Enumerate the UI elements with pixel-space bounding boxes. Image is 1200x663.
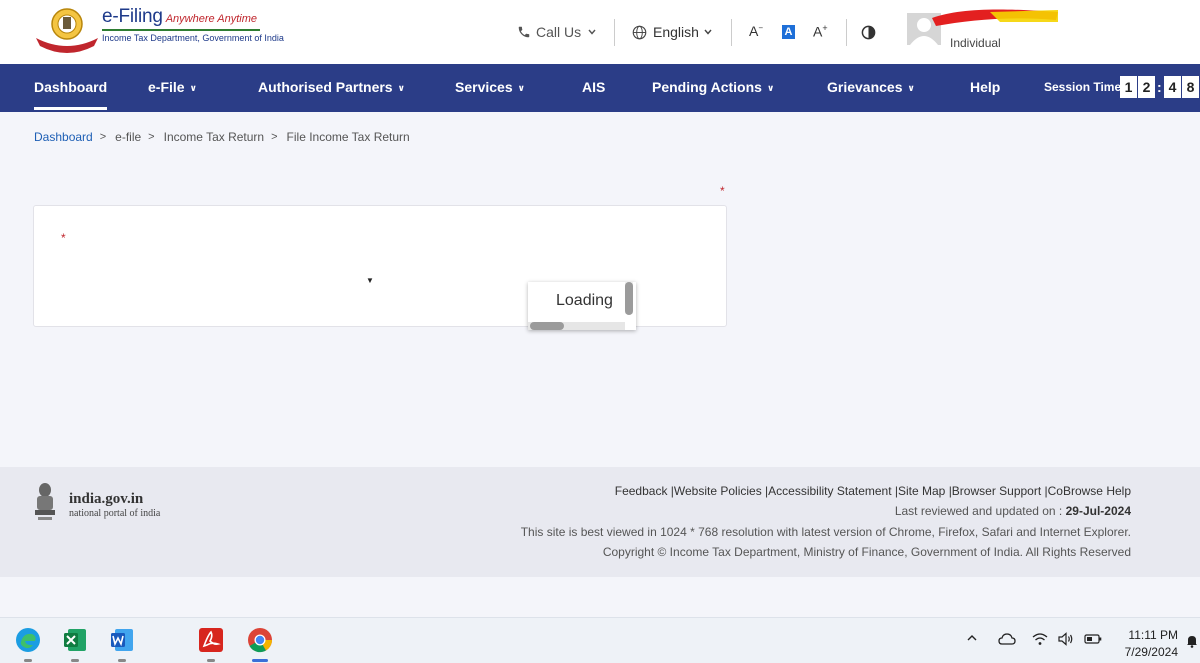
- battery-icon[interactable]: [1084, 632, 1102, 646]
- scrollbar-thumb[interactable]: [625, 282, 633, 315]
- breadcrumb: Dashboard > e-file > Income Tax Return >…: [34, 130, 410, 144]
- national-emblem-icon[interactable]: [32, 481, 58, 523]
- header-divider: [731, 19, 732, 46]
- horizontal-scrollbar[interactable]: [528, 322, 625, 330]
- income-tax-department-logo-icon[interactable]: [34, 4, 100, 54]
- taskbar-running-indicator: [207, 659, 215, 662]
- breadcrumb-dashboard[interactable]: Dashboard: [34, 130, 93, 144]
- footer-links[interactable]: Feedback |Website Policies |Accessibilit…: [615, 484, 1131, 498]
- language-dropdown[interactable]: English: [632, 0, 713, 64]
- india-gov-title[interactable]: india.gov.in: [69, 491, 143, 508]
- redacted-username-mark: [932, 9, 1058, 26]
- chevron-down-icon: [588, 29, 596, 35]
- loading-popup: Loading: [528, 282, 636, 330]
- nav-services[interactable]: Services ∨: [455, 64, 525, 112]
- nav-help[interactable]: Help: [970, 64, 1000, 112]
- nav-dashboard[interactable]: Dashboard: [34, 64, 108, 112]
- india-gov-subtitle: national portal of india: [69, 508, 161, 519]
- chevron-right-icon: >: [99, 131, 107, 143]
- taskbar-running-indicator: [24, 659, 32, 662]
- call-us-label: Call Us: [536, 24, 582, 40]
- breadcrumb-e-file[interactable]: e-file: [115, 130, 141, 144]
- taskbar-active-indicator: [252, 659, 268, 662]
- windows-taskbar: [0, 617, 1200, 663]
- chevron-right-icon: >: [271, 131, 278, 143]
- font-decrease-button[interactable]: A−: [749, 23, 763, 39]
- chevron-right-icon: >: [148, 131, 155, 143]
- system-clock[interactable]: 11:11 PM 7/29/2024: [1125, 627, 1178, 661]
- globe-icon: [632, 25, 647, 39]
- taskbar-running-indicator: [71, 659, 79, 662]
- nav-ais[interactable]: AIS: [582, 64, 605, 112]
- user-role-label: Individual: [950, 36, 1001, 50]
- nav-pending-actions[interactable]: Pending Actions ∨: [652, 64, 774, 112]
- notification-bell-icon[interactable]: [1186, 634, 1198, 648]
- brand-tagline: Anywhere Anytime: [165, 13, 258, 25]
- chevron-down-icon: ∨: [517, 83, 525, 93]
- header-divider: [614, 19, 615, 46]
- brand-block[interactable]: e-Filing Anywhere Anytime Income Tax Depa…: [102, 6, 284, 43]
- dropdown-caret-icon[interactable]: ▼: [366, 276, 374, 285]
- chevron-down-icon: ∨: [397, 83, 405, 93]
- call-us-dropdown[interactable]: Call Us: [517, 0, 597, 64]
- wifi-icon[interactable]: [1032, 632, 1048, 646]
- loading-text: Loading: [556, 292, 613, 309]
- required-asterisk: *: [720, 184, 725, 198]
- session-digit: 4: [1164, 76, 1181, 98]
- brand-divider: [102, 29, 260, 31]
- edge-icon[interactable]: [15, 627, 41, 653]
- session-digit: 2: [1138, 76, 1155, 98]
- chevron-down-icon: ∨: [189, 83, 197, 93]
- best-viewed-note: This site is best viewed in 1024 * 768 r…: [520, 525, 1131, 539]
- scrollbar-thumb[interactable]: [530, 322, 564, 330]
- brand-subtitle: Income Tax Department, Government of Ind…: [102, 33, 284, 43]
- nav-authorised-partners[interactable]: Authorised Partners ∨: [258, 64, 405, 112]
- chrome-icon[interactable]: [247, 627, 273, 653]
- session-digit: 8: [1182, 76, 1199, 98]
- cloud-icon[interactable]: [998, 632, 1016, 646]
- chevron-down-icon: [704, 29, 712, 35]
- chevron-up-icon[interactable]: [966, 632, 978, 644]
- clock-time: 11:11 PM: [1128, 628, 1178, 642]
- last-reviewed-line: Last reviewed and updated on : 29-Jul-20…: [894, 504, 1131, 518]
- excel-icon[interactable]: [62, 627, 88, 653]
- required-asterisk: *: [61, 231, 66, 245]
- clock-date: 7/29/2024: [1124, 645, 1178, 659]
- nav-grievances[interactable]: Grievances ∨: [827, 64, 915, 112]
- taskbar-running-indicator: [118, 659, 126, 662]
- font-increase-button[interactable]: A+: [813, 23, 828, 40]
- contrast-toggle-icon[interactable]: [861, 25, 876, 40]
- copyright-text: Copyright © Income Tax Department, Minis…: [602, 545, 1131, 559]
- speaker-icon[interactable]: [1057, 632, 1075, 646]
- word-icon[interactable]: [109, 627, 135, 653]
- phone-icon: [518, 26, 530, 38]
- last-reviewed-date: 29-Jul-2024: [1065, 504, 1131, 518]
- chevron-down-icon: ∨: [766, 83, 775, 93]
- breadcrumb-file-income-tax-return: File Income Tax Return: [286, 130, 410, 144]
- vertical-scrollbar[interactable]: [625, 282, 633, 315]
- brand-title: e-Filing: [102, 6, 163, 27]
- session-digit: 1: [1120, 76, 1137, 98]
- header-divider: [846, 19, 847, 46]
- nav-e-file[interactable]: e-File ∨: [148, 64, 197, 112]
- acrobat-icon[interactable]: [198, 627, 224, 653]
- session-colon: :: [1157, 79, 1162, 95]
- chevron-down-icon: ∨: [907, 83, 915, 93]
- session-time-label: Session Time: [1044, 80, 1122, 94]
- breadcrumb-income-tax-return[interactable]: Income Tax Return: [164, 130, 265, 144]
- font-normal-button[interactable]: A: [782, 25, 795, 39]
- language-label: English: [653, 24, 699, 40]
